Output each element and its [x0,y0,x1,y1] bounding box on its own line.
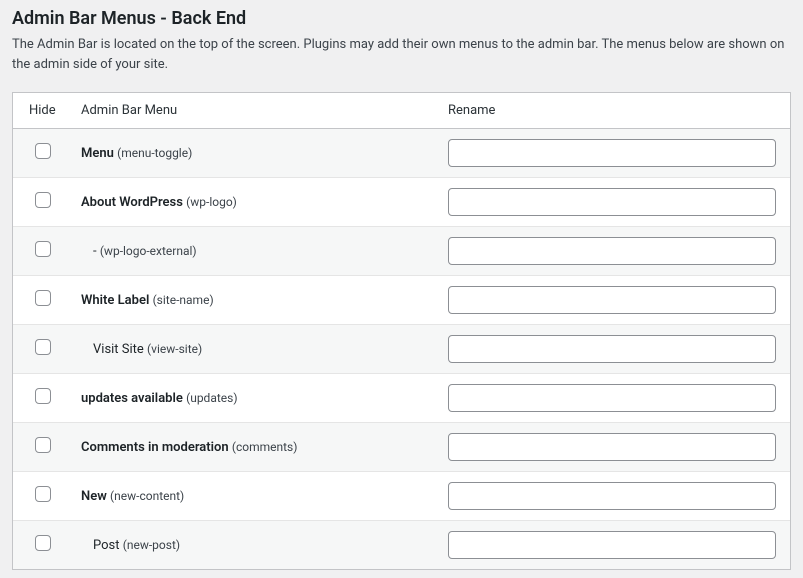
menu-label-slug: (view-site) [147,342,202,356]
hide-checkbox[interactable] [35,339,51,355]
rename-input[interactable] [448,482,776,510]
menu-label-text: New [81,489,110,504]
table-row: White Label (site-name) [13,276,790,325]
menu-label: Comments in moderation (comments) [81,440,297,455]
menu-label-text: - [93,244,100,259]
menu-label: Visit Site (view-site) [81,342,202,357]
table-row: Menu (menu-toggle) [13,129,790,178]
menu-label: Post (new-post) [81,538,180,553]
rename-input[interactable] [448,188,776,216]
menu-label-text: About WordPress [81,195,186,210]
hide-checkbox[interactable] [35,192,51,208]
menu-label-slug: (new-post) [123,538,180,552]
menu-label-slug: (site-name) [153,293,214,307]
table-row: About WordPress (wp-logo) [13,178,790,227]
menu-label: White Label (site-name) [81,293,214,308]
hide-checkbox[interactable] [35,143,51,159]
page-title: Admin Bar Menus - Back End [12,8,791,29]
menu-label-text: Visit Site [93,342,147,357]
menu-label: updates available (updates) [81,391,238,406]
table-row: Comments in moderation (comments) [13,423,790,472]
menu-label: Menu (menu-toggle) [81,146,192,161]
menu-label-slug: (updates) [186,391,237,405]
table-row: - (wp-logo-external) [13,227,790,276]
rename-input[interactable] [448,237,776,265]
rename-input[interactable] [448,384,776,412]
menu-label-slug: (menu-toggle) [117,146,192,160]
menu-label: New (new-content) [81,489,184,504]
hide-checkbox[interactable] [35,437,51,453]
column-header-rename: Rename [440,93,790,129]
column-header-hide: Hide [13,93,73,129]
page-description: The Admin Bar is located on the top of t… [12,35,791,74]
menu-label-slug: (wp-logo-external) [100,244,197,258]
hide-checkbox[interactable] [35,290,51,306]
menu-label-text: Post [93,538,123,553]
hide-checkbox[interactable] [35,388,51,404]
hide-checkbox[interactable] [35,241,51,257]
hide-checkbox[interactable] [35,535,51,551]
column-header-menu: Admin Bar Menu [73,93,440,129]
menu-label-text: White Label [81,293,153,308]
menu-label-slug: (wp-logo) [186,195,237,209]
menu-label-text: Comments in moderation [81,440,232,455]
table-row: updates available (updates) [13,374,790,423]
menu-label-slug: (comments) [232,440,298,454]
menu-label-slug: (new-content) [110,489,184,503]
menu-label: About WordPress (wp-logo) [81,195,237,210]
menu-label-text: Menu [81,146,117,161]
rename-input[interactable] [448,433,776,461]
menu-label-text: updates available [81,391,186,406]
rename-input[interactable] [448,335,776,363]
rename-input[interactable] [448,531,776,559]
hide-checkbox[interactable] [35,486,51,502]
table-row: Visit Site (view-site) [13,325,790,374]
table-row: Post (new-post) [13,521,790,570]
table-row: New (new-content) [13,472,790,521]
rename-input[interactable] [448,286,776,314]
admin-bar-table: Hide Admin Bar Menu Rename Menu (menu-to… [12,92,791,570]
rename-input[interactable] [448,139,776,167]
menu-label: - (wp-logo-external) [81,244,197,259]
